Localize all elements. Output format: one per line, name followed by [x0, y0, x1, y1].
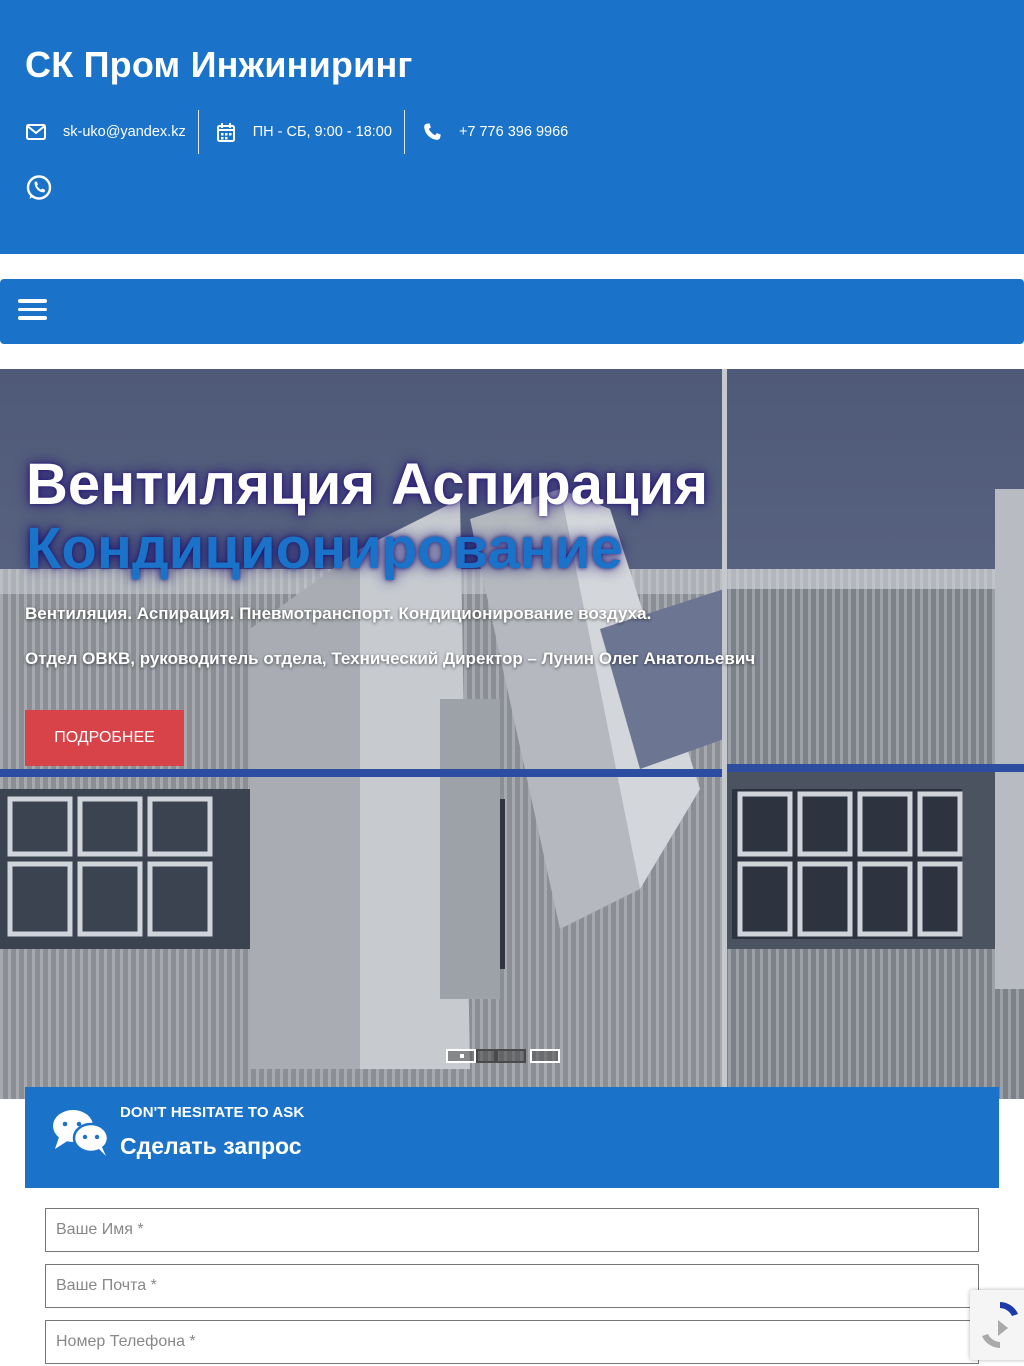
email-link[interactable]: sk-uko@yandex.kz [25, 110, 186, 154]
phone-text: +7 776 396 9966 [458, 124, 569, 140]
slider-pagination [446, 1049, 560, 1063]
calendar-icon [215, 121, 237, 143]
chat-bubbles-icon [51, 1107, 110, 1157]
top-header: СК Пром Инжиниринг sk-uko@yandex.kz ПН -… [0, 0, 1024, 254]
envelope-icon [25, 121, 47, 143]
hero-subtitle-1: Вентиляция. Аспирация. Пневмотранспорт. … [25, 604, 652, 623]
email-field[interactable] [45, 1264, 979, 1308]
hero-title-line2: Кондиционирование [26, 516, 623, 581]
hamburger-icon[interactable] [18, 299, 48, 323]
request-eyebrow: DON'T HESITATE TO ASK [120, 1104, 305, 1121]
phone-icon [421, 121, 443, 143]
name-field[interactable] [45, 1208, 979, 1252]
request-box: DON'T HESITATE TO ASK Сделать запрос [25, 1087, 999, 1188]
hero-title-line1: Вентиляция Аспирация [26, 452, 709, 517]
slider-dot-2[interactable] [476, 1049, 496, 1063]
divider [403, 110, 405, 154]
whatsapp-icon[interactable] [25, 174, 53, 202]
nav-bar [0, 279, 1024, 344]
slider-dot-4[interactable] [530, 1049, 560, 1063]
hero-subtitle-2: Отдел ОВКВ, руководитель отдела, Техниче… [25, 649, 756, 668]
slider-dot-3[interactable] [496, 1049, 526, 1063]
contact-row: sk-uko@yandex.kz ПН - СБ, 9:00 - 18:00 +… [25, 110, 568, 154]
email-text: sk-uko@yandex.kz [63, 124, 186, 140]
site-title[interactable]: СК Пром Инжиниринг [25, 44, 413, 86]
request-title: Сделать запрос [120, 1133, 302, 1159]
slider-dot-1[interactable] [446, 1049, 476, 1063]
divider [197, 110, 199, 154]
hero-slider: Вентиляция Аспирация Кондиционирование В… [0, 369, 1024, 1099]
more-button[interactable]: ПОДРОБНЕЕ [25, 710, 184, 766]
hours-item: ПН - СБ, 9:00 - 18:00 [215, 110, 392, 154]
recaptcha-badge[interactable] [970, 1290, 1024, 1360]
phone-link[interactable]: +7 776 396 9966 [421, 110, 568, 154]
phone-field[interactable] [45, 1320, 979, 1364]
hours-text: ПН - СБ, 9:00 - 18:00 [252, 124, 392, 140]
